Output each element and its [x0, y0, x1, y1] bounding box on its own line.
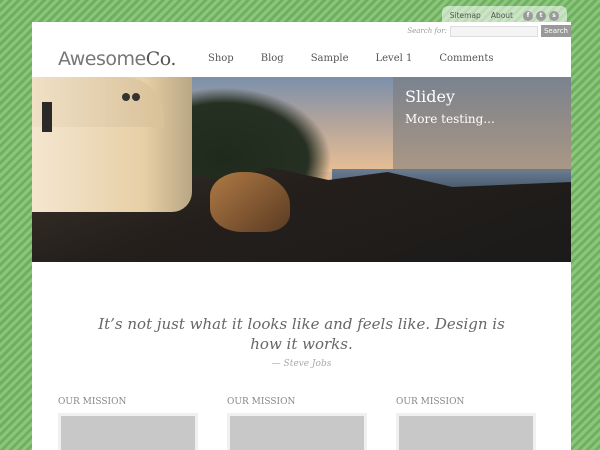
column-heading: OUR MISSION — [396, 397, 465, 407]
main-nav: Shop Blog Sample Level 1 Comments — [208, 53, 521, 64]
share-icon[interactable]: s — [549, 10, 559, 21]
lighthouse-door — [42, 102, 52, 132]
search-form: Search for: Search — [407, 25, 571, 37]
mission-column: OUR MISSION — [227, 397, 367, 450]
column-heading: OUR MISSION — [58, 397, 127, 407]
mission-column: OUR MISSION — [396, 397, 536, 450]
nav-item-comments[interactable]: Comments — [439, 53, 493, 64]
about-link[interactable]: About — [491, 11, 513, 20]
slide-title: Slidey — [405, 87, 455, 106]
search-label: Search for: — [407, 27, 447, 35]
nav-item-blog[interactable]: Blog — [261, 53, 284, 64]
facebook-icon[interactable]: f — [523, 10, 533, 21]
column-image — [227, 413, 367, 450]
site-logo[interactable]: AwesomeCo. — [58, 48, 176, 70]
column-heading: OUR MISSION — [227, 397, 296, 407]
column-image — [58, 413, 198, 450]
slide-subtitle: More testing... — [405, 112, 495, 126]
search-input[interactable] — [449, 25, 538, 37]
nav-item-shop[interactable]: Shop — [208, 53, 234, 64]
social-icons: f t s — [523, 10, 559, 21]
logo-suffix: Co. — [145, 48, 177, 70]
utility-bar: Sitemap About f t s — [441, 6, 567, 25]
lighthouse-window — [122, 93, 130, 101]
lighthouse-window — [132, 93, 140, 101]
slide-caption: Slidey More testing... — [393, 77, 571, 172]
sitemap-link[interactable]: Sitemap — [450, 11, 481, 20]
quote-text: It’s not just what it looks like and fee… — [98, 315, 505, 353]
quote-author: — Steve Jobs — [271, 359, 332, 369]
hero-slider[interactable]: Slidey More testing... — [32, 77, 571, 262]
column-image — [396, 413, 536, 450]
mission-column: OUR MISSION — [58, 397, 198, 450]
nav-item-sample[interactable]: Sample — [311, 53, 349, 64]
twitter-icon[interactable]: t — [536, 10, 546, 21]
logo-text: Awesome — [58, 48, 146, 70]
nav-item-level-1[interactable]: Level 1 — [376, 53, 413, 64]
page-container: Sitemap About f t s Search for: Search A… — [32, 6, 571, 450]
search-button[interactable]: Search — [540, 25, 571, 37]
